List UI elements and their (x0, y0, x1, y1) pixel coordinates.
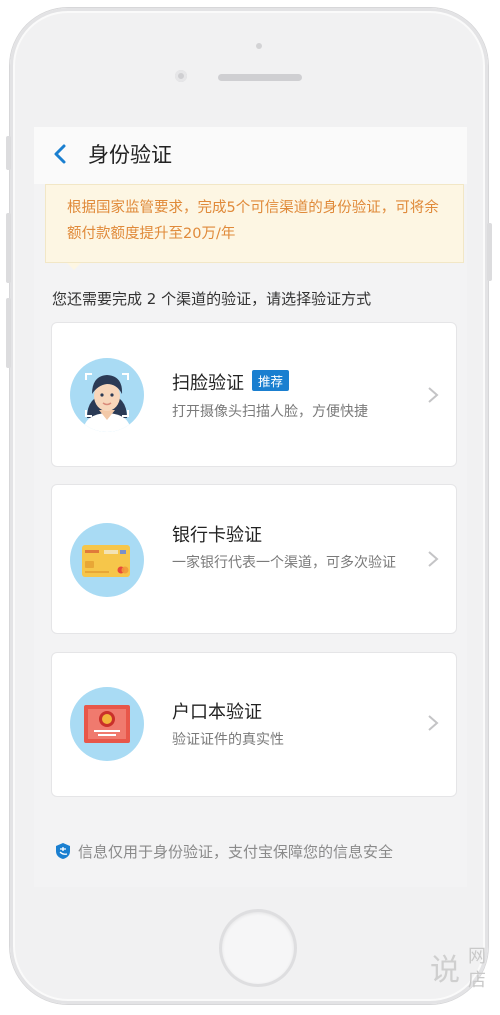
bank-card-icon (70, 523, 144, 597)
front-camera (175, 70, 187, 82)
regulation-notice: 根据国家监管要求，完成5个可信渠道的身份验证，可将余额付款额度提升至20万/年 (45, 184, 464, 263)
mute-switch (6, 136, 11, 170)
home-button[interactable] (222, 912, 294, 984)
security-footer-text: 信息仅用于身份验证，支付宝保障您的信息安全 (78, 843, 394, 861)
face-verification-desc: 打开摄像头扫描人脸，方便快捷 (172, 404, 368, 420)
alipay-shield-icon (56, 843, 70, 859)
volume-up-button (6, 213, 11, 283)
face-verification-card[interactable]: 扫脸验证 推荐 打开摄像头扫描人脸，方便快捷 (51, 322, 457, 467)
bank-card-verification-title: 银行卡验证 (172, 525, 262, 546)
bank-card-verification-card[interactable]: 银行卡验证 一家银行代表一个渠道，可多次验证 (51, 484, 457, 634)
face-verification-title: 扫脸验证 推荐 (172, 369, 290, 395)
household-register-icon (70, 687, 144, 761)
household-register-verification-desc: 验证证件的真实性 (172, 732, 284, 748)
proximity-sensor (256, 43, 262, 49)
notice-pointer (67, 263, 81, 270)
app-screen: 身份验证 根据国家监管要求，完成5个可信渠道的身份验证，可将余额付款额度提升至2… (34, 127, 467, 887)
back-icon[interactable] (48, 141, 74, 167)
chevron-right-icon (428, 387, 439, 403)
security-footer: 信息仅用于身份验证，支付宝保障您的信息安全 (54, 841, 393, 862)
volume-down-button (6, 298, 11, 368)
earpiece-speaker (218, 74, 302, 81)
face-verification-label: 扫脸验证 (172, 373, 244, 394)
watermark-stamp: 网店 (468, 946, 486, 991)
chevron-right-icon (428, 715, 439, 731)
bank-card-verification-desc: 一家银行代表一个渠道，可多次验证 (172, 555, 396, 571)
notice-text: 根据国家监管要求，完成5个可信渠道的身份验证，可将余额付款额度提升至20万/年 (67, 200, 439, 242)
face-scan-icon (70, 358, 144, 432)
nav-bar: 身份验证 (34, 127, 467, 184)
watermark-char: 说 (430, 953, 460, 988)
instruction-text: 您还需要完成 2 个渠道的验证，请选择验证方式 (52, 290, 372, 308)
recommend-badge: 推荐 (252, 370, 290, 391)
chevron-right-icon (428, 551, 439, 567)
household-register-verification-card[interactable]: 户口本验证 验证证件的真实性 (51, 652, 457, 797)
household-register-verification-title: 户口本验证 (172, 702, 262, 723)
page-title: 身份验证 (88, 143, 172, 167)
power-button (487, 223, 492, 281)
